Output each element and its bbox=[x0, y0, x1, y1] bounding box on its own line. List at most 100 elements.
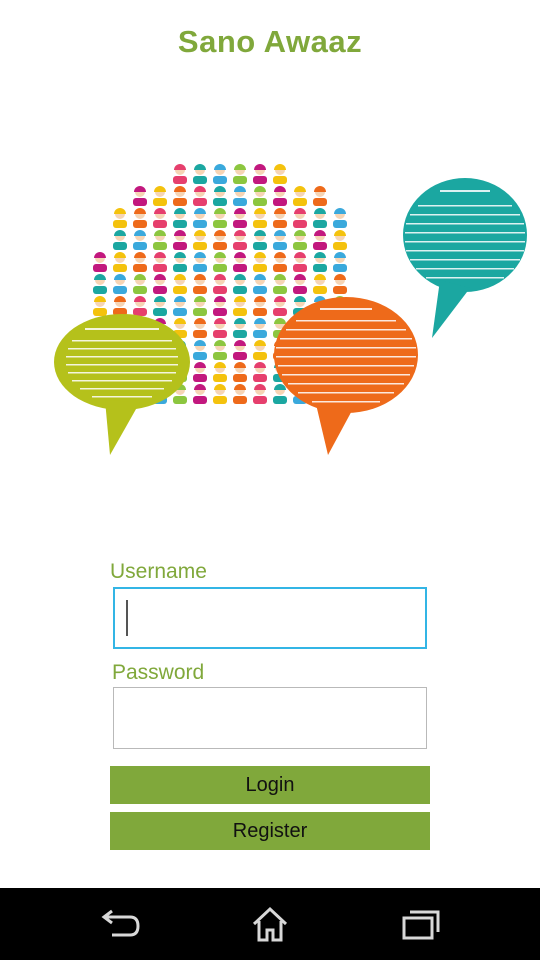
person-body bbox=[253, 176, 267, 184]
person-body bbox=[253, 264, 267, 272]
login-button[interactable]: Login bbox=[110, 766, 430, 804]
person-hair bbox=[234, 252, 246, 258]
person-hair bbox=[214, 208, 226, 214]
person-body bbox=[273, 220, 287, 228]
person-hair bbox=[174, 230, 186, 236]
person-body bbox=[233, 396, 247, 404]
speech-bubble-right bbox=[403, 178, 527, 338]
person-hair bbox=[254, 318, 266, 324]
person-body bbox=[253, 220, 267, 228]
person-body bbox=[273, 176, 287, 184]
person-hair bbox=[214, 186, 226, 192]
person-hair bbox=[254, 296, 266, 302]
person-body bbox=[193, 374, 207, 382]
person-body bbox=[233, 220, 247, 228]
person-body bbox=[253, 396, 267, 404]
person-hair bbox=[234, 230, 246, 236]
person-hair bbox=[334, 208, 346, 214]
person-body bbox=[133, 286, 147, 294]
person-hair bbox=[114, 252, 126, 258]
navigation-bar bbox=[0, 888, 540, 960]
person-hair bbox=[94, 274, 106, 280]
person-body bbox=[193, 286, 207, 294]
person-hair bbox=[234, 164, 246, 170]
person-hair bbox=[194, 186, 206, 192]
person-body bbox=[173, 396, 187, 404]
person-body bbox=[133, 220, 147, 228]
person-hair bbox=[294, 230, 306, 236]
person-body bbox=[153, 242, 167, 250]
password-input[interactable] bbox=[113, 687, 427, 749]
person-body bbox=[213, 286, 227, 294]
person-body bbox=[193, 264, 207, 272]
person-body bbox=[213, 374, 227, 382]
recents-icon[interactable] bbox=[390, 902, 450, 946]
person-body bbox=[213, 220, 227, 228]
username-input[interactable] bbox=[113, 587, 427, 649]
person-body bbox=[193, 308, 207, 316]
person-body bbox=[213, 176, 227, 184]
person-body bbox=[93, 264, 107, 272]
person-body bbox=[173, 220, 187, 228]
person-hair bbox=[194, 274, 206, 280]
person-hair bbox=[234, 186, 246, 192]
person-body bbox=[313, 198, 327, 206]
person-hair bbox=[314, 186, 326, 192]
back-icon[interactable] bbox=[90, 902, 150, 946]
person-body bbox=[153, 264, 167, 272]
person-body bbox=[153, 220, 167, 228]
person-body bbox=[113, 220, 127, 228]
home-icon[interactable] bbox=[240, 902, 300, 946]
person-body bbox=[273, 198, 287, 206]
person-hair bbox=[214, 252, 226, 258]
person-body bbox=[133, 308, 147, 316]
person-hair bbox=[154, 208, 166, 214]
person-body bbox=[233, 242, 247, 250]
person-body bbox=[173, 198, 187, 206]
person-body bbox=[233, 374, 247, 382]
register-button[interactable]: Register bbox=[110, 812, 430, 850]
person-hair bbox=[214, 230, 226, 236]
person-body bbox=[213, 242, 227, 250]
person-hair bbox=[314, 252, 326, 258]
person-body bbox=[153, 286, 167, 294]
person-body bbox=[113, 242, 127, 250]
person-hair bbox=[294, 296, 306, 302]
person-hair bbox=[194, 318, 206, 324]
person-hair bbox=[214, 340, 226, 346]
person-hair bbox=[154, 252, 166, 258]
person-body bbox=[153, 308, 167, 316]
person-hair bbox=[154, 274, 166, 280]
person-body bbox=[233, 198, 247, 206]
person-hair bbox=[134, 252, 146, 258]
person-hair bbox=[174, 318, 186, 324]
person-hair bbox=[234, 384, 246, 390]
person-hair bbox=[254, 164, 266, 170]
person-hair bbox=[294, 252, 306, 258]
person-hair bbox=[314, 230, 326, 236]
person-hair bbox=[274, 230, 286, 236]
person-hair bbox=[214, 318, 226, 324]
person-body bbox=[173, 286, 187, 294]
person-body bbox=[193, 198, 207, 206]
person-body bbox=[193, 330, 207, 338]
person-body bbox=[233, 286, 247, 294]
person-hair bbox=[294, 274, 306, 280]
person-hair bbox=[194, 340, 206, 346]
person-body bbox=[93, 308, 107, 316]
person-hair bbox=[274, 208, 286, 214]
person-body bbox=[273, 264, 287, 272]
person-body bbox=[273, 286, 287, 294]
person-hair bbox=[234, 208, 246, 214]
person-body bbox=[253, 198, 267, 206]
person-hair bbox=[174, 164, 186, 170]
person-hair bbox=[174, 186, 186, 192]
person-body bbox=[213, 396, 227, 404]
person-hair bbox=[134, 230, 146, 236]
person-body bbox=[113, 264, 127, 272]
person-hair bbox=[134, 186, 146, 192]
person-body bbox=[233, 330, 247, 338]
person-body bbox=[153, 198, 167, 206]
person-body bbox=[193, 176, 207, 184]
person-hair bbox=[334, 274, 346, 280]
